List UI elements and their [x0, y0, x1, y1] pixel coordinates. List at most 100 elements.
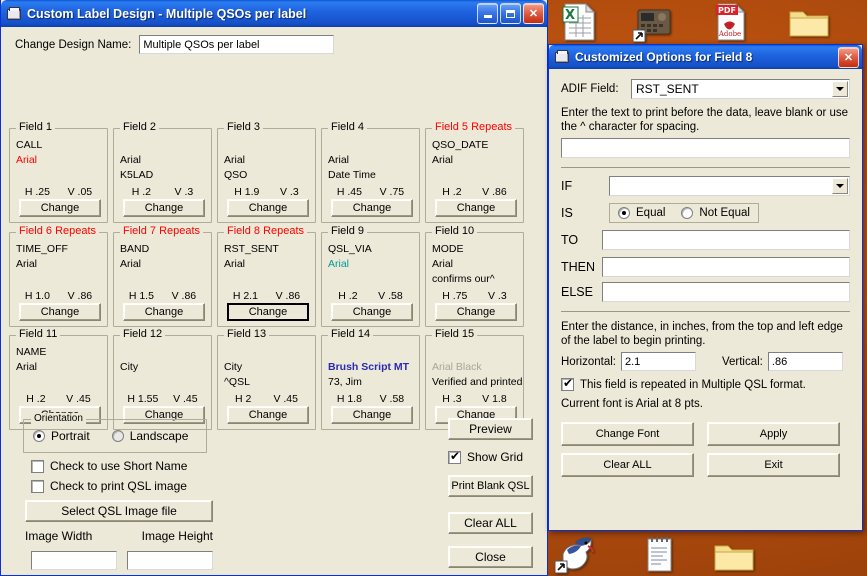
radio-landscape[interactable]: Landscape: [111, 429, 188, 443]
horizontal-offset: H 1.5: [128, 290, 154, 302]
vertical-offset: V 1.8: [482, 393, 507, 405]
field-group-caption: Field 1: [16, 121, 56, 133]
pdf-document-icon[interactable]: PDF Adobe: [707, 2, 753, 47]
field-8-offsets: H 2.1 V .86: [218, 290, 315, 302]
minimize-button[interactable]: [477, 3, 498, 24]
field-5-line2: Arial: [432, 154, 454, 166]
folder-icon[interactable]: [711, 540, 757, 576]
vertical-offset: V .86: [67, 290, 93, 302]
svg-text:X: X: [565, 8, 575, 23]
vertical-offset: V .05: [67, 186, 93, 198]
clear-all-button[interactable]: Clear ALL: [448, 512, 533, 534]
to-label: TO: [561, 233, 579, 247]
field-10-change-button[interactable]: Change: [435, 303, 517, 321]
show-grid-checkbox[interactable]: [448, 449, 461, 464]
close-button[interactable]: ✕: [523, 3, 544, 24]
maximize-button[interactable]: [500, 3, 521, 24]
field-7-offsets: H 1.5 V .86: [114, 290, 211, 302]
field-1-line2: Arial: [16, 154, 38, 166]
field-group-12: Field 12 City H 1.55 V .45 Change: [113, 328, 212, 430]
horizontal-offset: H .2: [442, 186, 462, 198]
field-group-14: Field 14 Brush Script MT 73, Jim H 1.8 V .58…: [321, 328, 420, 430]
vertical-offset: V .3: [174, 186, 194, 198]
notepad-document-icon[interactable]: [637, 536, 683, 576]
field-6-change-button[interactable]: Change: [19, 303, 101, 321]
show-grid-checkbox-row[interactable]: Show Grid: [448, 449, 523, 464]
svg-text:PDF: PDF: [718, 6, 736, 15]
current-font-note: Current font is Arial at 8 pts.: [561, 398, 703, 410]
folder-icon[interactable]: [786, 6, 832, 45]
dialog-title: Customized Options for Field 8: [575, 50, 753, 64]
close-window-button[interactable]: Close: [448, 546, 533, 568]
field-6-offsets: H 1.0 V .86: [10, 290, 107, 302]
field-13-change-button[interactable]: Change: [227, 406, 309, 424]
image-width-label: Image Width: [25, 529, 93, 543]
short-name-checkbox-row[interactable]: Check to use Short Name: [31, 459, 187, 473]
apply-button[interactable]: Apply: [707, 422, 840, 446]
qsl-image-checkbox[interactable]: [31, 479, 44, 493]
then-input[interactable]: [602, 257, 850, 277]
preview-button[interactable]: Preview: [448, 418, 533, 440]
field-10-line2: Arial: [432, 258, 454, 270]
vertical-offset: V .3: [488, 290, 507, 302]
field-15-line2: Arial Black: [432, 361, 482, 373]
field-3-change-button[interactable]: Change: [227, 199, 309, 217]
field-8-change-button[interactable]: Change: [227, 303, 309, 321]
adif-field-label: ADIF Field:: [561, 83, 619, 95]
adif-field-combo[interactable]: RST_SENT: [631, 79, 850, 99]
image-height-input[interactable]: [127, 551, 213, 570]
field-4-change-button[interactable]: Change: [331, 199, 413, 217]
field-10-offsets: H .75 V .3: [426, 290, 523, 302]
short-name-checkbox[interactable]: [31, 459, 44, 473]
pegasus-mail-shortcut-icon[interactable]: [554, 534, 600, 576]
radio-equal[interactable]: Equal: [618, 207, 665, 219]
field-7-change-button[interactable]: Change: [123, 303, 205, 321]
horizontal-input[interactable]: 2.1: [620, 352, 696, 371]
dialog-close-button[interactable]: ✕: [838, 46, 859, 68]
field-group-13: Field 13 City ^QSL H 2 V .45 Change: [217, 328, 316, 430]
short-name-label: Check to use Short Name: [50, 459, 188, 473]
is-row: IS Equal Not Equal: [561, 203, 850, 223]
chevron-down-icon[interactable]: [832, 81, 848, 97]
repeat-checkbox[interactable]: [561, 376, 574, 391]
qsl-image-checkbox-row[interactable]: Check to print QSL image: [31, 479, 187, 493]
print-blank-qsl-button[interactable]: Print Blank QSL: [448, 475, 533, 497]
radio-program-shortcut-icon[interactable]: [631, 4, 677, 47]
vertical-input[interactable]: .86: [767, 352, 843, 371]
repeat-checkbox-row[interactable]: This field is repeated in Multiple QSL f…: [561, 376, 850, 391]
field-1-change-button[interactable]: Change: [19, 199, 101, 217]
field-group-caption: Field 12: [120, 328, 166, 340]
field-2-change-button[interactable]: Change: [123, 199, 205, 217]
divider: [561, 167, 850, 168]
image-width-input[interactable]: [31, 551, 117, 570]
dialog-body: ADIF Field: RST_SENT Enter the text to p…: [549, 69, 862, 530]
design-name-label: Change Design Name:: [15, 38, 132, 51]
field-11-line2: Arial: [16, 361, 38, 373]
chevron-down-icon[interactable]: [832, 178, 848, 194]
to-input[interactable]: [602, 230, 850, 250]
landscape-radio-dot: [111, 430, 124, 442]
dialog-titlebar: Customized Options for Field 8 ✕: [549, 45, 862, 69]
field-group-caption: Field 9: [328, 225, 368, 237]
vertical-offset: V .86: [275, 290, 301, 302]
dialog-clear-all-button[interactable]: Clear ALL: [561, 453, 694, 477]
if-combo[interactable]: [609, 176, 850, 196]
select-qsl-image-file-button[interactable]: Select QSL Image file: [25, 500, 213, 522]
field-14-change-button[interactable]: Change: [331, 406, 413, 424]
else-input[interactable]: [602, 282, 850, 302]
field-9-offsets: H .2 V .58: [322, 290, 419, 302]
field-group-3: Field 3 Arial QSO H 1.9 V .3 Change: [217, 121, 316, 223]
radio-not-equal[interactable]: Not Equal: [681, 207, 750, 219]
field-6-line2: Arial: [16, 258, 38, 270]
prefix-text-input[interactable]: [561, 138, 850, 158]
exit-button[interactable]: Exit: [707, 453, 840, 477]
field-1-line1: CALL: [16, 139, 43, 151]
field-5-change-button[interactable]: Change: [435, 199, 517, 217]
field-13-offsets: H 2 V .45: [218, 393, 315, 405]
field-14-line3: 73, Jim: [328, 376, 362, 388]
design-name-input[interactable]: Multiple QSOs per label: [139, 35, 335, 54]
radio-portrait[interactable]: Portrait: [33, 429, 90, 443]
excel-spreadsheet-icon[interactable]: X: [556, 2, 602, 47]
field-9-change-button[interactable]: Change: [331, 303, 413, 321]
change-font-button[interactable]: Change Font: [561, 422, 694, 446]
